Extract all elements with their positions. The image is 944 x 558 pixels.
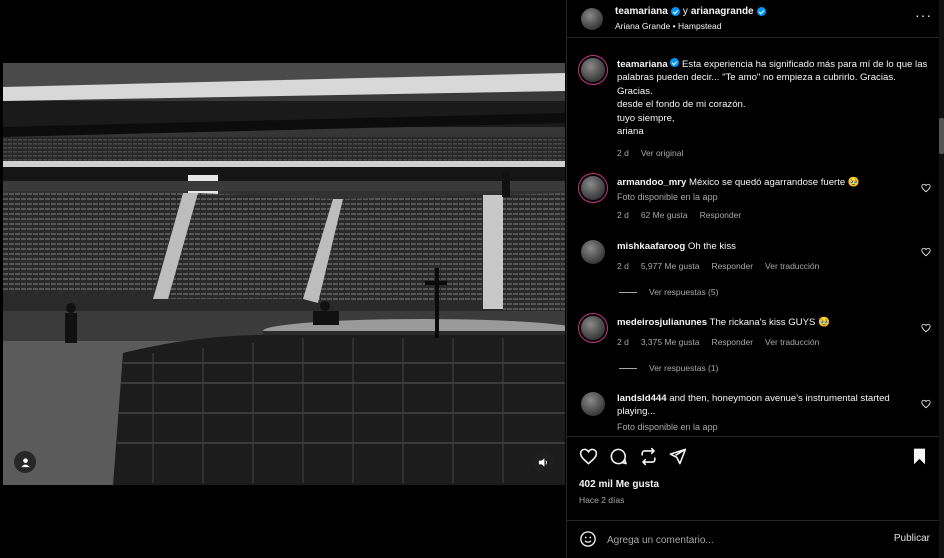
post-time: Hace 2 días xyxy=(579,495,625,505)
heart-icon xyxy=(579,448,598,465)
collaborator-username[interactable]: arianagrande xyxy=(691,6,754,17)
verified-badge-icon xyxy=(670,58,680,67)
comment-likes[interactable]: 62 Me gusta xyxy=(641,210,688,220)
comment-like-button[interactable] xyxy=(921,180,931,198)
heart-icon xyxy=(921,247,931,257)
comment-text: Oh the kiss xyxy=(687,241,736,252)
post-actions: 402 mil Me gusta Hace 2 días xyxy=(567,436,940,520)
caption-text: Esta experiencia ha significado más para… xyxy=(617,59,928,138)
page-scrollbar[interactable] xyxy=(939,0,944,558)
comment-text-block: landsld444 and then, honeymoon avenue's … xyxy=(617,392,917,418)
post-details-panel: teamariana y arianagrande Ariana Grande … xyxy=(566,0,940,558)
view-replies-button[interactable]: Ver respuestas (5) xyxy=(619,287,718,297)
like-button[interactable] xyxy=(579,447,598,471)
verified-badge-icon xyxy=(670,7,680,16)
comment-username[interactable]: landsld444 xyxy=(617,393,667,404)
post-photo[interactable] xyxy=(3,63,565,485)
comment-emoji: 🥹 xyxy=(818,317,831,328)
view-replies-label: Ver respuestas (5) xyxy=(649,287,719,297)
bookmark-icon xyxy=(913,448,926,465)
audio-toggle-button[interactable] xyxy=(532,451,554,473)
comment-emoji: 🥹 xyxy=(847,177,860,188)
save-button[interactable] xyxy=(911,447,928,471)
translate-button[interactable]: Ver traducción xyxy=(765,261,819,271)
comment-text: The rickana's kiss GUYS xyxy=(709,317,816,328)
verified-badge-icon xyxy=(756,7,766,16)
heart-icon xyxy=(921,323,931,333)
caption-username[interactable]: teamariana xyxy=(617,59,668,70)
send-icon xyxy=(669,448,687,465)
like-count[interactable]: 402 mil Me gusta xyxy=(579,479,659,490)
replies-divider xyxy=(619,367,637,369)
heart-icon xyxy=(921,399,931,409)
comment-icon xyxy=(610,448,627,465)
audio-location-line: Ariana Grande • Hampstead xyxy=(615,21,721,31)
comment-likes[interactable]: 3,375 Me gusta xyxy=(641,337,700,347)
post-header: teamariana y arianagrande Ariana Grande … xyxy=(567,0,940,38)
emoji-button[interactable] xyxy=(579,530,597,553)
author-avatar[interactable] xyxy=(581,8,603,30)
comment-meta: 2 d 3,375 Me gusta Responder Ver traducc… xyxy=(617,337,819,347)
comment-username[interactable]: armandoo_mry xyxy=(617,177,686,188)
comment-input[interactable] xyxy=(607,530,877,550)
comment-like-button[interactable] xyxy=(921,396,931,414)
comments-section[interactable]: teamariana Esta experiencia ha significa… xyxy=(567,38,940,436)
more-horizontal-icon: ··· xyxy=(915,7,932,23)
comment-meta: 2 d 62 Me gusta Responder xyxy=(617,210,741,220)
more-options-button[interactable]: ··· xyxy=(915,7,932,23)
tag-people-button[interactable] xyxy=(14,451,36,473)
view-replies-label: Ver respuestas (1) xyxy=(649,363,719,373)
comment-text-block: mishkaafaroog Oh the kiss xyxy=(617,240,917,253)
comment-meta: 2 d 5,977 Me gusta Responder Ver traducc… xyxy=(617,261,819,271)
caption-meta: 2 d Ver original xyxy=(617,148,683,158)
comment-avatar[interactable] xyxy=(581,316,605,340)
user-tag-icon xyxy=(20,457,30,467)
see-original-button[interactable]: Ver original xyxy=(641,148,684,158)
comment-text-block: armandoo_mry México se quedó agarrandose… xyxy=(617,176,917,189)
post-comment-button[interactable]: Publicar xyxy=(894,533,930,544)
comment-time: 2 d xyxy=(617,337,629,347)
reply-button[interactable]: Responder xyxy=(711,261,753,271)
author-username[interactable]: teamariana xyxy=(615,6,668,17)
comment-text-block: medeirosjulianunes The rickana's kiss GU… xyxy=(617,316,917,329)
reply-button[interactable]: Responder xyxy=(711,337,753,347)
reply-button[interactable]: Responder xyxy=(700,210,742,220)
emoji-icon xyxy=(580,531,596,547)
location-link[interactable]: Hampstead xyxy=(678,21,721,31)
photo-available-note: Foto disponible en la app xyxy=(617,422,718,432)
comment-like-button[interactable] xyxy=(921,244,931,262)
heart-icon xyxy=(921,183,931,193)
scrollbar-thumb[interactable] xyxy=(939,118,944,154)
audio-link[interactable]: Ariana Grande xyxy=(615,21,670,31)
replies-divider xyxy=(619,291,637,293)
comment-time: 2 d xyxy=(617,210,629,220)
caption-avatar[interactable] xyxy=(581,58,605,82)
caption-time: 2 d xyxy=(617,148,629,158)
speaker-icon xyxy=(538,457,547,467)
comment-avatar[interactable] xyxy=(581,392,605,416)
photo-available-note: Foto disponible en la app xyxy=(617,192,718,202)
author-line: teamariana y arianagrande xyxy=(615,6,766,17)
repost-icon xyxy=(641,447,656,466)
comment-username[interactable]: medeirosjulianunes xyxy=(617,317,707,328)
comment-like-button[interactable] xyxy=(921,320,931,338)
comment-username[interactable]: mishkaafaroog xyxy=(617,241,685,252)
comment-text: México se quedó agarrandose fuerte xyxy=(688,177,846,188)
comment-avatar[interactable] xyxy=(581,176,605,200)
caption-text-block: teamariana Esta experiencia ha significa… xyxy=(617,58,931,138)
repost-button[interactable] xyxy=(639,447,658,471)
comment-likes[interactable]: 5,977 Me gusta xyxy=(641,261,700,271)
translate-button[interactable]: Ver traducción xyxy=(765,337,819,347)
collab-joiner: y xyxy=(682,6,688,17)
comment-avatar[interactable] xyxy=(581,240,605,264)
media-backdrop xyxy=(0,0,566,558)
arena-photo-illustration xyxy=(3,63,565,485)
comment-time: 2 d xyxy=(617,261,629,271)
view-replies-button[interactable]: Ver respuestas (1) xyxy=(619,363,718,373)
share-button[interactable] xyxy=(668,447,687,471)
comment-button[interactable] xyxy=(609,447,628,471)
comment-composer: Publicar xyxy=(567,520,940,558)
